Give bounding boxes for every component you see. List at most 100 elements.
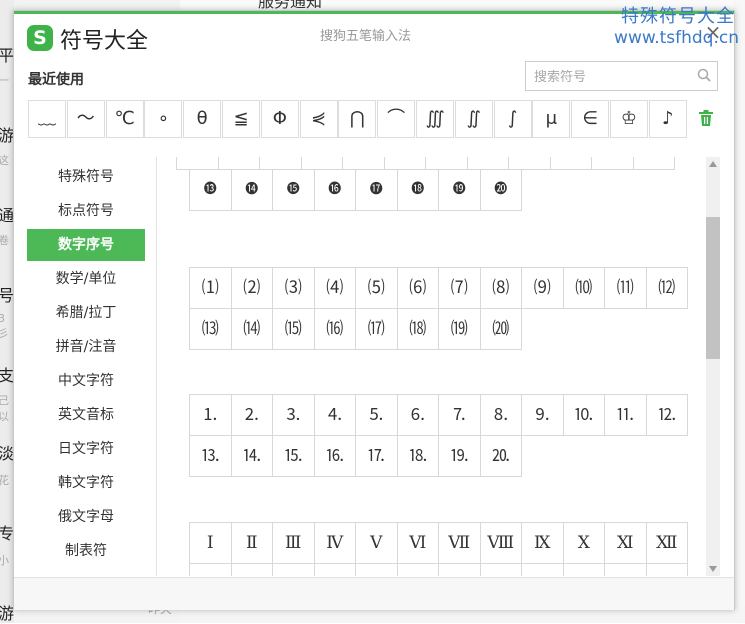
symbol-cell[interactable]: ⑽ [562,267,605,309]
symbol-cell-empty[interactable] [313,563,356,576]
nav-item-japanese[interactable]: 日文字符 [27,433,145,465]
symbol-cell[interactable]: Ⅺ [604,522,647,564]
recent-symbol[interactable]: μ [532,100,571,138]
symbol-cell[interactable]: ⒏ [479,394,522,436]
symbol-cell[interactable]: ⑺ [438,267,481,309]
recent-symbol[interactable]: ﹏ [28,100,66,138]
recent-symbol[interactable]: ≦ [221,100,260,138]
recent-symbol[interactable]: ♔ [609,100,648,138]
search-box[interactable] [525,61,718,91]
symbol-cell[interactable]: ⒐ [521,394,564,436]
nav-item-special[interactable]: 特殊符号 [27,161,145,193]
symbol-cell-empty[interactable] [562,563,605,576]
symbol-cell[interactable]: ⓳ [438,169,481,211]
symbol-cell[interactable]: ⒑ [562,394,605,436]
symbol-cell[interactable]: ⑿ [645,267,688,309]
recent-symbol[interactable]: ∬ [454,100,493,138]
scroll-up-arrow-icon[interactable] [709,161,717,167]
symbol-cell-empty[interactable] [396,563,439,576]
symbol-cell-empty[interactable] [272,563,315,576]
symbol-cell[interactable]: ⒒ [604,394,647,436]
recent-symbol[interactable]: ♪ [648,100,687,138]
symbol-cell[interactable]: Ⅹ [562,522,605,564]
search-input[interactable] [532,67,686,87]
symbol-cell[interactable]: ⒄ [355,308,398,350]
symbol-cell[interactable]: ⒉ [230,394,273,436]
recent-symbol[interactable]: ∫ [493,100,532,138]
symbol-cell[interactable]: Ⅻ [645,522,688,564]
symbol-cell[interactable]: Ⅷ [479,522,522,564]
nav-item-chinese[interactable]: 中文字符 [27,365,145,397]
recent-symbol[interactable]: ∈ [571,100,610,138]
symbol-cell[interactable]: ⒙ [396,435,439,477]
symbol-cell[interactable]: ⑸ [355,267,398,309]
nav-item-korean[interactable]: 韩文字符 [27,467,145,499]
symbol-cell[interactable]: ⒈ [189,394,232,436]
grid-scrollbar[interactable] [706,157,720,576]
symbol-cell[interactable]: Ⅴ [355,522,398,564]
symbol-cell-empty[interactable] [189,563,232,576]
nav-item-greek[interactable]: 希腊/拉丁 [27,297,145,329]
symbol-cell[interactable]: ⑾ [604,267,647,309]
symbol-cell[interactable]: ⒗ [313,435,356,477]
recent-symbol[interactable]: ℃ [105,100,144,138]
symbol-cell[interactable]: ⓭ [189,169,232,211]
symbol-cell[interactable]: ⒔ [189,435,232,477]
symbol-cell[interactable]: ⒇ [479,308,522,350]
symbol-cell[interactable]: ⒁ [230,308,273,350]
symbol-cell[interactable]: ⒃ [313,308,356,350]
symbol-cell[interactable]: ⒘ [355,435,398,477]
symbol-cell[interactable]: ⑶ [272,267,315,309]
symbol-cell[interactable]: Ⅰ [189,522,232,564]
symbol-cell-empty[interactable] [230,563,273,576]
symbol-cell[interactable]: ⓴ [479,169,522,211]
search-icon[interactable] [697,68,711,82]
symbol-cell-empty[interactable] [632,157,675,170]
recent-symbol[interactable]: ～ [66,100,105,138]
recent-symbol[interactable]: Φ [260,100,299,138]
recent-symbol[interactable]: ⋂ [338,100,377,138]
symbol-cell[interactable]: ⒆ [438,308,481,350]
symbol-cell[interactable]: Ⅳ [313,522,356,564]
symbol-cell-empty[interactable] [355,563,398,576]
symbol-cell[interactable]: Ⅲ [272,522,315,564]
symbol-cell[interactable]: ⓯ [272,169,315,211]
symbol-cell[interactable]: ⒕ [230,435,273,477]
scroll-thumb[interactable] [706,217,720,359]
symbol-cell-empty[interactable] [521,563,564,576]
symbol-cell[interactable]: ⒍ [396,394,439,436]
symbol-cell[interactable]: ⑻ [479,267,522,309]
symbol-cell[interactable]: Ⅸ [521,522,564,564]
symbol-cell[interactable]: ⑴ [189,267,232,309]
symbol-cell[interactable]: ⒀ [189,308,232,350]
nav-item-phonetic[interactable]: 英文音标 [27,399,145,431]
symbol-cell-empty[interactable] [549,157,592,170]
symbol-cell[interactable]: Ⅱ [230,522,273,564]
symbol-cell-empty[interactable] [645,563,688,576]
trash-icon[interactable] [698,109,714,127]
symbol-cell[interactable]: ⓮ [230,169,273,211]
symbol-cell[interactable]: ⒅ [396,308,439,350]
symbol-cell[interactable]: ⓰ [313,169,356,211]
symbol-cell[interactable]: Ⅵ [396,522,439,564]
recent-symbol[interactable]: ⋞ [299,100,338,138]
symbol-cell[interactable]: ⑵ [230,267,273,309]
symbol-cell-empty[interactable] [479,563,522,576]
recent-symbol[interactable]: ∘ [144,100,183,138]
symbol-cell[interactable]: ⑷ [313,267,356,309]
symbol-cell[interactable]: ⒊ [272,394,315,436]
symbol-cell[interactable]: ⑹ [396,267,439,309]
symbol-cell[interactable]: ⓲ [396,169,439,211]
recent-symbol[interactable]: ∭ [415,100,454,138]
symbol-cell[interactable]: ⒌ [355,394,398,436]
symbol-cell[interactable]: ⒂ [272,308,315,350]
nav-item-punctuation[interactable]: 标点符号 [27,195,145,227]
nav-item-pinyin[interactable]: 拼音/注音 [27,331,145,363]
symbol-cell[interactable]: ⑼ [521,267,564,309]
symbol-cell[interactable]: ⒖ [272,435,315,477]
recent-symbol[interactable]: θ [183,100,222,138]
symbol-cell[interactable]: ⒛ [479,435,522,477]
symbol-cell-empty[interactable] [591,157,634,170]
symbol-cell[interactable]: ⓱ [355,169,398,211]
nav-item-russian[interactable]: 俄文字母 [27,501,145,533]
